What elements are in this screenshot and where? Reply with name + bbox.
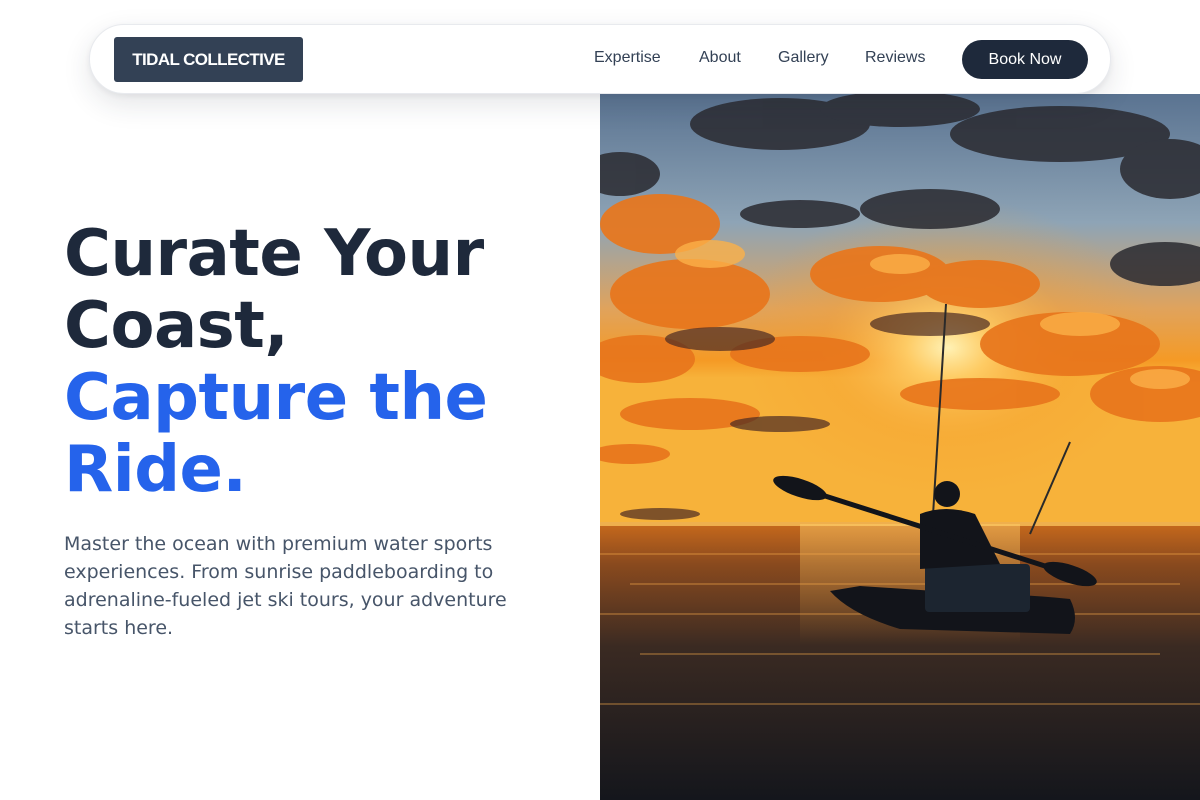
book-now-button[interactable]: Book Now	[962, 40, 1088, 79]
headline-accent-line-1: Capture the	[64, 361, 488, 435]
nav-link-about[interactable]: About	[699, 49, 741, 67]
hero-photo	[600, 94, 1200, 800]
headline-line-2: Coast,	[64, 289, 289, 363]
top-navbar: TIDAL COLLECTIVE Expertise About Gallery…	[89, 24, 1111, 94]
headline-accent-line-2: Ride.	[64, 433, 247, 507]
nav-link-reviews[interactable]: Reviews	[865, 49, 925, 67]
brand-logo[interactable]: TIDAL COLLECTIVE	[114, 37, 303, 82]
headline-line-1: Curate Your	[64, 217, 484, 291]
hero-headline: Curate Your Coast, Capture the Ride.	[64, 218, 584, 506]
hero-subtitle: Master the ocean with premium water spor…	[64, 533, 507, 639]
nav-link-gallery[interactable]: Gallery	[778, 49, 829, 67]
nav-link-expertise[interactable]: Expertise	[594, 49, 661, 67]
